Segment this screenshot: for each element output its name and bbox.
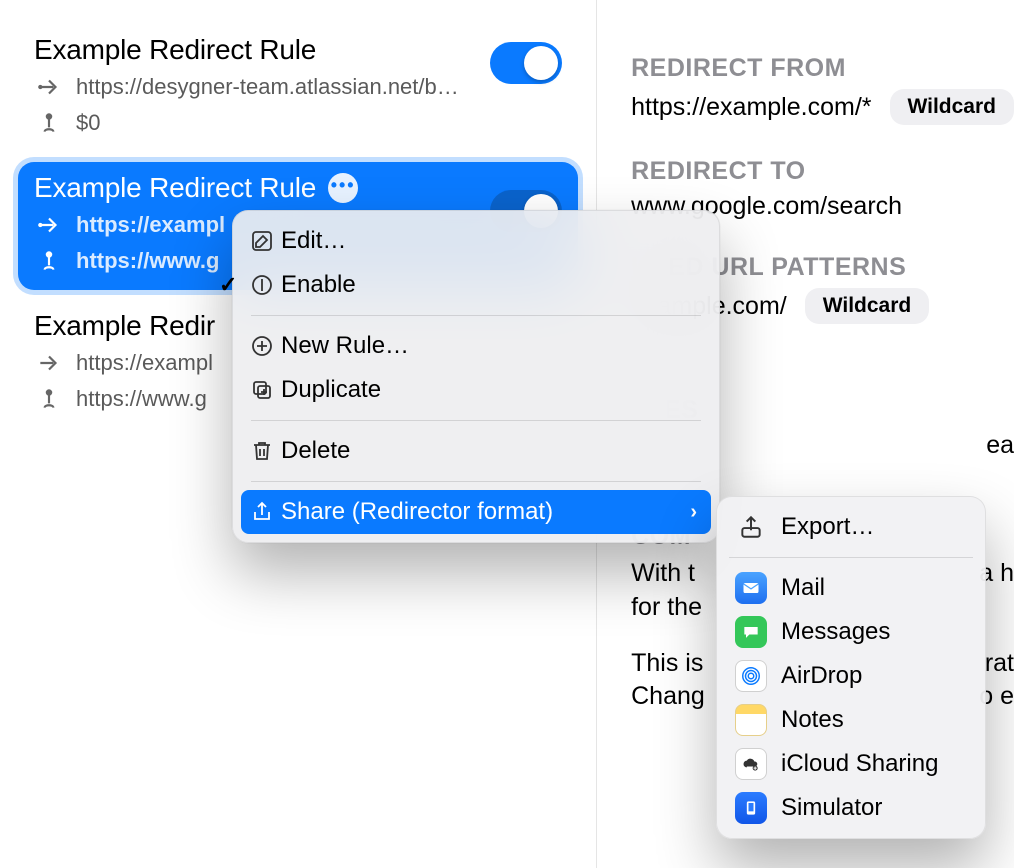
rule-title: Example Redir xyxy=(34,310,215,342)
trash-icon xyxy=(249,438,275,464)
menu-label: Edit… xyxy=(281,227,346,255)
share-submenu: Export… Mail Messages AirDrop Notes iClo… xyxy=(716,496,986,839)
share-mail[interactable]: Mail xyxy=(725,566,977,610)
checkmark-icon: ✓ xyxy=(219,272,237,298)
menu-label: New Rule… xyxy=(281,332,409,360)
edit-icon xyxy=(249,228,275,254)
rule-enabled-toggle[interactable] xyxy=(490,42,562,84)
menu-label: Delete xyxy=(281,437,350,465)
rule-to-url: https://www.g xyxy=(76,386,207,412)
rule-item[interactable]: Example Redirect Rule https://desygner-t… xyxy=(18,24,578,152)
more-button[interactable]: ••• xyxy=(328,173,358,203)
menu-separator xyxy=(729,557,973,558)
duplicate-icon xyxy=(249,377,275,403)
share-notes[interactable]: Notes xyxy=(725,698,977,742)
airdrop-app-icon xyxy=(735,660,767,692)
rule-to-url: https://www.g xyxy=(76,248,219,274)
redirect-to-label: REDIRECT TO xyxy=(631,157,1014,186)
share-simulator[interactable]: Simulator xyxy=(725,786,977,830)
share-label: Simulator xyxy=(781,794,882,822)
share-label: Mail xyxy=(781,574,825,602)
rule-title: Example Redirect Rule xyxy=(34,34,316,66)
share-label: Messages xyxy=(781,618,890,646)
share-icon xyxy=(249,499,275,525)
rule-from-url: https://exampl xyxy=(76,212,225,238)
icloud-app-icon xyxy=(735,748,767,780)
wildcard-badge: Wildcard xyxy=(890,89,1014,125)
share-label: Export… xyxy=(781,513,874,541)
share-export[interactable]: Export… xyxy=(725,505,977,549)
redirect-to-icon xyxy=(34,384,64,414)
menu-label: Share (Redirector format) xyxy=(281,498,553,526)
redirect-from-icon xyxy=(34,348,64,378)
context-menu: Edit… ✓ Enable New Rule… Duplicate Delet… xyxy=(232,210,720,543)
redirect-from-icon xyxy=(34,72,64,102)
redirect-from-icon xyxy=(34,210,64,240)
export-icon xyxy=(735,511,767,543)
rule-from-url: https://exampl xyxy=(76,350,213,376)
menu-share[interactable]: Share (Redirector format) › xyxy=(241,490,711,534)
menu-delete[interactable]: Delete xyxy=(241,429,711,473)
wildcard-badge: Wildcard xyxy=(805,288,930,324)
simulator-app-icon xyxy=(735,792,767,824)
plus-circle-icon xyxy=(249,333,275,359)
menu-new-rule[interactable]: New Rule… xyxy=(241,324,711,368)
redirect-from-value: https://example.com/* xyxy=(631,93,871,122)
examples-text: ea xyxy=(986,431,1014,460)
redirect-to-icon xyxy=(34,246,64,276)
share-label: Notes xyxy=(781,706,844,734)
share-icloud[interactable]: iCloud Sharing xyxy=(725,742,977,786)
menu-edit[interactable]: Edit… xyxy=(241,219,711,263)
rule-from-url: https://desygner-team.atlassian.net/b… xyxy=(76,74,459,100)
share-messages[interactable]: Messages xyxy=(725,610,977,654)
menu-label: Enable xyxy=(281,271,356,299)
menu-separator xyxy=(251,420,701,421)
share-label: AirDrop xyxy=(781,662,862,690)
share-airdrop[interactable]: AirDrop xyxy=(725,654,977,698)
menu-separator xyxy=(251,315,701,316)
mail-app-icon xyxy=(735,572,767,604)
redirect-to-icon xyxy=(34,108,64,138)
menu-label: Duplicate xyxy=(281,376,381,404)
share-label: iCloud Sharing xyxy=(781,750,938,778)
chevron-right-icon: › xyxy=(690,501,697,524)
menu-separator xyxy=(251,481,701,482)
messages-app-icon xyxy=(735,616,767,648)
redirect-from-label: REDIRECT FROM xyxy=(631,54,1014,83)
rule-to-url: $0 xyxy=(76,110,100,136)
enable-icon xyxy=(249,272,275,298)
notes-app-icon xyxy=(735,704,767,736)
rule-title: Example Redirect Rule xyxy=(34,172,316,204)
menu-enable[interactable]: ✓ Enable xyxy=(241,263,711,307)
menu-duplicate[interactable]: Duplicate xyxy=(241,368,711,412)
